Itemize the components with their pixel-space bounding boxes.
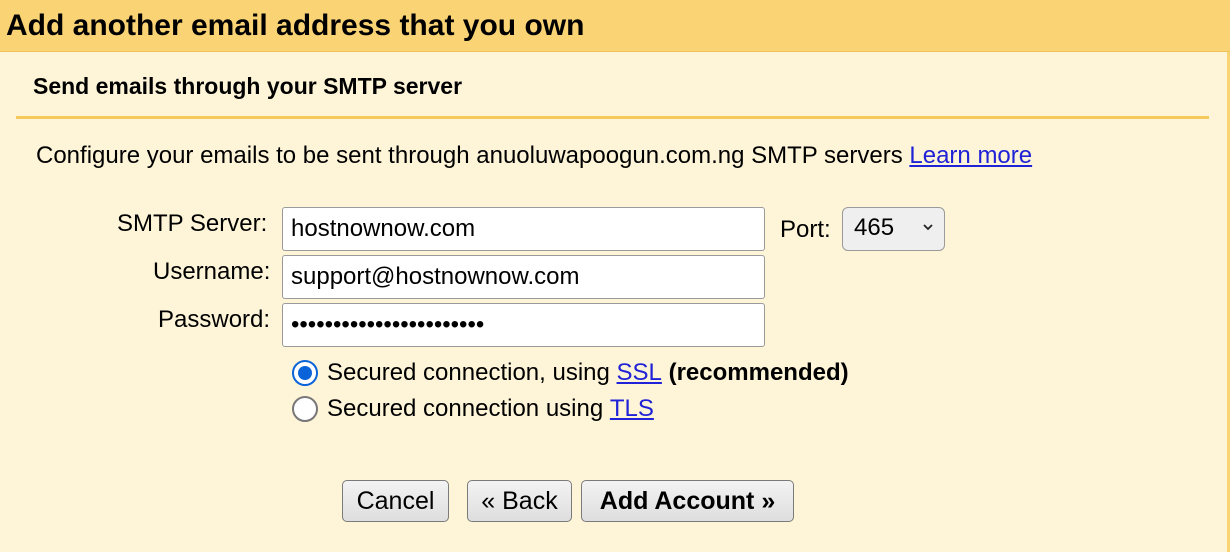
ssl-option-text: Secured connection, using bbox=[327, 359, 610, 386]
back-button[interactable]: « Back bbox=[467, 480, 572, 522]
port-label: Port: bbox=[780, 216, 831, 243]
cancel-button[interactable]: Cancel bbox=[342, 480, 449, 522]
dialog-title: Add another email address that you own bbox=[6, 9, 585, 42]
smtp-server-label: SMTP Server: bbox=[117, 210, 268, 237]
add-account-button[interactable]: Add Account » bbox=[581, 480, 794, 522]
username-input[interactable] bbox=[282, 255, 765, 299]
intro-description: Configure your emails to be sent through… bbox=[36, 142, 903, 169]
section-divider bbox=[16, 116, 1209, 119]
tls-option[interactable]: Secured connection using TLS bbox=[292, 395, 654, 423]
dialog-header: Add another email address that you own bbox=[0, 0, 1230, 52]
password-label: Password: bbox=[158, 306, 271, 333]
smtp-server-input[interactable] bbox=[282, 207, 765, 251]
ssl-link[interactable]: SSL bbox=[617, 359, 662, 387]
tls-option-text: Secured connection using bbox=[327, 395, 604, 422]
port-select[interactable]: 465 bbox=[842, 207, 945, 251]
dialog-panel: Send emails through your SMTP server Con… bbox=[0, 52, 1230, 552]
ssl-recommended-text: (recommended) bbox=[668, 359, 849, 386]
section-title: Send emails through your SMTP server bbox=[33, 73, 463, 99]
username-label: Username: bbox=[153, 258, 271, 285]
password-input[interactable] bbox=[282, 303, 765, 347]
intro-text: Configure your emails to be sent through… bbox=[36, 142, 1032, 170]
ssl-radio[interactable] bbox=[292, 360, 318, 386]
ssl-option[interactable]: Secured connection, using SSL (recommend… bbox=[292, 359, 849, 387]
port-value: 465 bbox=[854, 214, 895, 241]
learn-more-link[interactable]: Learn more bbox=[909, 142, 1032, 169]
chevron-down-icon bbox=[923, 224, 933, 231]
tls-radio[interactable] bbox=[292, 396, 318, 422]
tls-link[interactable]: TLS bbox=[610, 395, 654, 423]
